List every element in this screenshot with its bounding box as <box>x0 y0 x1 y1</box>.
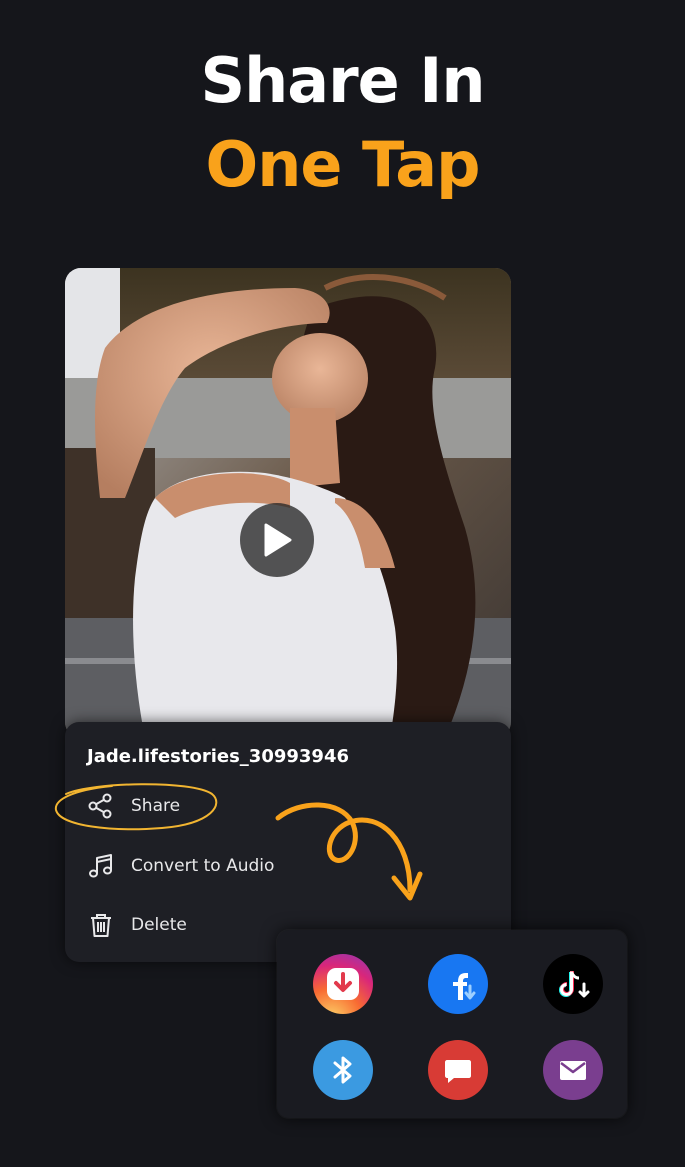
tiktok-downloader-button[interactable] <box>543 954 603 1014</box>
headline-line-1: Share In <box>200 44 485 117</box>
play-button[interactable] <box>240 503 314 577</box>
video-thumbnail[interactable] <box>65 268 511 738</box>
trash-icon <box>87 911 115 939</box>
menu-item-share-label: Share <box>131 796 181 816</box>
instagram-downloader-button[interactable] <box>313 954 373 1014</box>
video-thumbnail-image <box>65 268 511 738</box>
menu-item-share[interactable]: Share <box>87 788 180 824</box>
bluetooth-icon <box>333 1056 352 1084</box>
play-icon <box>264 523 292 557</box>
email-icon <box>560 1061 586 1080</box>
media-filename: Jade.lifestories_30993946 <box>87 746 350 767</box>
bluetooth-button[interactable] <box>313 1040 373 1100</box>
tiktok-downloader-icon <box>559 971 590 998</box>
share-icon <box>87 792 115 820</box>
message-icon <box>445 1060 471 1083</box>
message-button[interactable] <box>428 1040 488 1100</box>
media-options-panel: Jade.lifestories_30993946 Share Convert … <box>65 722 511 962</box>
facebook-downloader-button[interactable] <box>428 954 488 1014</box>
menu-item-convert-label: Convert to Audio <box>131 856 275 876</box>
music-note-icon <box>87 852 115 880</box>
email-button[interactable] <box>543 1040 603 1100</box>
menu-item-delete-label: Delete <box>131 915 187 935</box>
headline-line-2: One Tap <box>205 128 481 201</box>
instagram-downloader-icon <box>327 968 359 1000</box>
menu-item-delete[interactable]: Delete <box>87 907 187 943</box>
menu-item-convert-to-audio[interactable]: Convert to Audio <box>87 848 274 884</box>
share-apps-sheet <box>277 930 627 1118</box>
facebook-downloader-icon <box>453 973 476 1000</box>
